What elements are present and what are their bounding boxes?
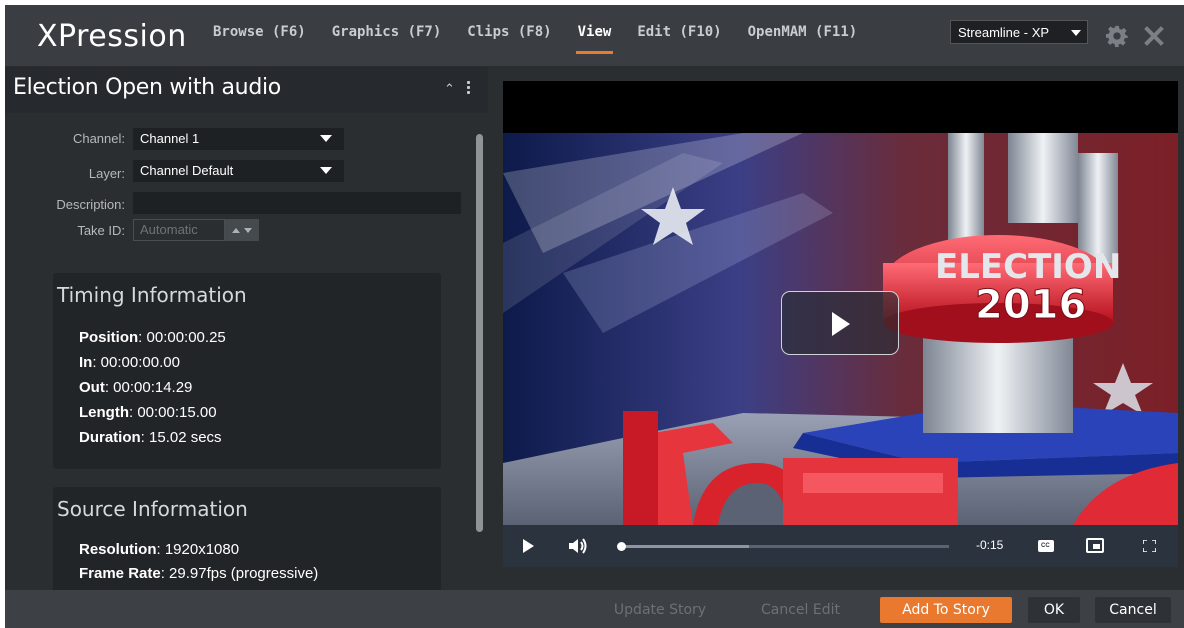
layer-label: Layer: (88, 166, 125, 181)
ok-button[interactable]: OK (1028, 597, 1080, 623)
channel-select-value: Channel 1 (140, 131, 200, 146)
progress-bar[interactable] (617, 542, 949, 551)
progress-loaded (621, 545, 749, 548)
source-row-resolution: Resolution: 1920x1080 (79, 541, 240, 558)
timing-row-out: Out: 00:00:14.29 (79, 379, 193, 396)
panel-title: Election Open with audio (13, 75, 281, 100)
decrement-icon[interactable] (244, 227, 252, 233)
video-player: ELECTION 2016 -0:15 CC (503, 81, 1178, 567)
takeid-input[interactable]: Automatic (133, 219, 225, 241)
nav-browse[interactable]: Browse (F6) (213, 5, 306, 67)
time-remaining: -0:15 (976, 538, 1004, 552)
timing-row-duration: Duration: 15.02 secs (79, 429, 222, 446)
collapse-icon[interactable]: ⌃ (444, 81, 455, 97)
source-title: Source Information (57, 497, 248, 521)
timing-title: Timing Information (57, 283, 247, 307)
clip-properties-panel: Election Open with audio ⌃ Channel: Chan… (5, 67, 488, 597)
app-logo: XPression (37, 19, 187, 54)
channel-label: Channel: (72, 131, 125, 146)
player-control-bar: -0:15 CC (503, 525, 1178, 567)
picture-in-picture-button[interactable] (1086, 538, 1104, 553)
video-frame[interactable]: ELECTION 2016 (503, 133, 1178, 525)
volume-icon[interactable] (567, 536, 589, 556)
timing-row-position: Position: 00:00:00.25 (79, 329, 226, 346)
add-to-story-button[interactable]: Add To Story (880, 597, 1012, 623)
source-card: Source Information Resolution: 1920x1080… (53, 487, 441, 597)
gear-icon[interactable] (1106, 25, 1128, 47)
more-menu-icon[interactable] (467, 81, 471, 95)
update-story-button[interactable]: Update Story (596, 597, 724, 623)
close-icon[interactable] (1143, 25, 1165, 47)
chevron-down-icon (320, 135, 332, 142)
pip-icon (1093, 544, 1100, 549)
artwork-headline-year: 2016 (975, 282, 1086, 328)
play-icon (832, 312, 850, 336)
description-label: Description: (56, 197, 125, 212)
artwork-headline-top: ELECTION (935, 247, 1121, 287)
nav-view[interactable]: View (575, 5, 614, 67)
captions-icon: CC (1041, 543, 1050, 549)
timing-row-length: Length: 00:00:15.00 (79, 404, 217, 421)
panel-header: Election Open with audio ⌃ (5, 67, 488, 113)
top-bar: XPression Browse (F6) Graphics (F7) Clip… (5, 5, 1184, 67)
timing-card: Timing Information Position: 00:00:00.25… (53, 273, 441, 469)
cancel-button[interactable]: Cancel (1095, 597, 1171, 623)
increment-icon[interactable] (232, 227, 240, 233)
app-window: XPression Browse (F6) Graphics (F7) Clip… (5, 5, 1184, 628)
play-icon[interactable] (523, 539, 534, 553)
takeid-label: Take ID: (77, 223, 125, 238)
captions-button[interactable]: CC (1038, 540, 1054, 552)
nav-edit[interactable]: Edit (F10) (637, 5, 721, 67)
chevron-down-icon (1071, 30, 1081, 36)
progress-handle[interactable] (617, 542, 626, 551)
big-play-button[interactable] (781, 291, 899, 355)
description-input[interactable] (133, 192, 461, 214)
source-row-framerate: Frame Rate: 29.97fps (progressive) (79, 565, 319, 582)
fullscreen-icon[interactable] (1143, 540, 1156, 552)
layer-select[interactable]: Channel Default (133, 160, 344, 182)
takeid-stepper[interactable] (225, 219, 259, 241)
workspace-select-value: Streamline - XP (958, 25, 1050, 40)
cancel-edit-button[interactable]: Cancel Edit (743, 597, 858, 623)
workspace-select[interactable]: Streamline - XP (950, 20, 1088, 44)
nav-clips[interactable]: Clips (F8) (467, 5, 551, 67)
main-nav: Browse (F6) Graphics (F7) Clips (F8) Vie… (213, 5, 883, 67)
layer-select-value: Channel Default (140, 163, 234, 178)
nav-graphics[interactable]: Graphics (F7) (332, 5, 442, 67)
panel-scrollbar[interactable] (476, 134, 483, 532)
nav-openmam[interactable]: OpenMAM (F11) (748, 5, 858, 67)
channel-select[interactable]: Channel 1 (133, 128, 344, 150)
bottom-action-bar: Update Story Cancel Edit Add To Story OK… (5, 590, 1184, 628)
chevron-down-icon (320, 167, 332, 174)
timing-row-in: In: 00:00:00.00 (79, 354, 180, 371)
